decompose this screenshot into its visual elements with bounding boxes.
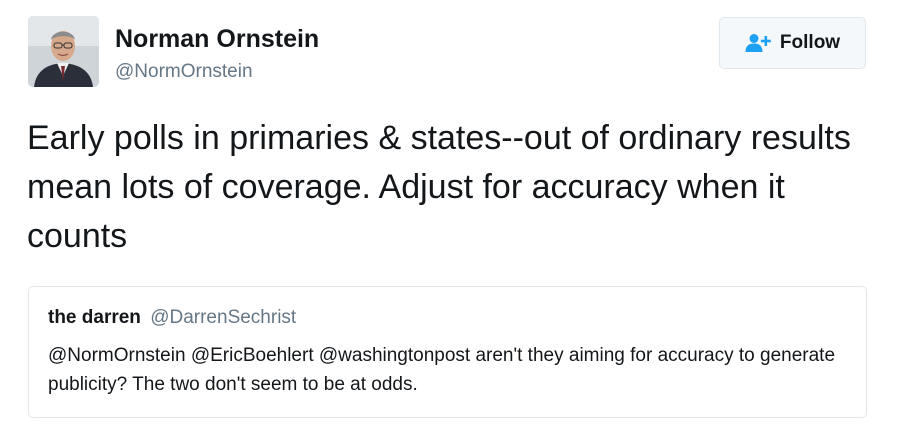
author-avatar[interactable] <box>28 16 99 87</box>
tweet-text: Early polls in primaries & states--out o… <box>27 119 851 255</box>
author-handle[interactable]: @NormOrnstein <box>115 61 253 83</box>
follow-button[interactable]: Follow <box>719 17 866 69</box>
follow-button-label: Follow <box>779 32 841 53</box>
quoted-tweet-text: @NormOrnstein @EricBoehlert @washingtonp… <box>48 345 836 395</box>
add-user-icon <box>745 33 772 53</box>
quoted-tweet-header: the darren @DarrenSechrist <box>48 307 844 329</box>
profile-photo-icon <box>28 16 99 87</box>
quoted-tweet[interactable]: the darren @DarrenSechrist @NormOrnstein… <box>28 286 867 418</box>
quoted-author-name: the darren <box>48 307 141 328</box>
author-name[interactable]: Norman Ornstein <box>115 25 319 54</box>
quoted-author-handle: @DarrenSechrist <box>150 307 297 328</box>
